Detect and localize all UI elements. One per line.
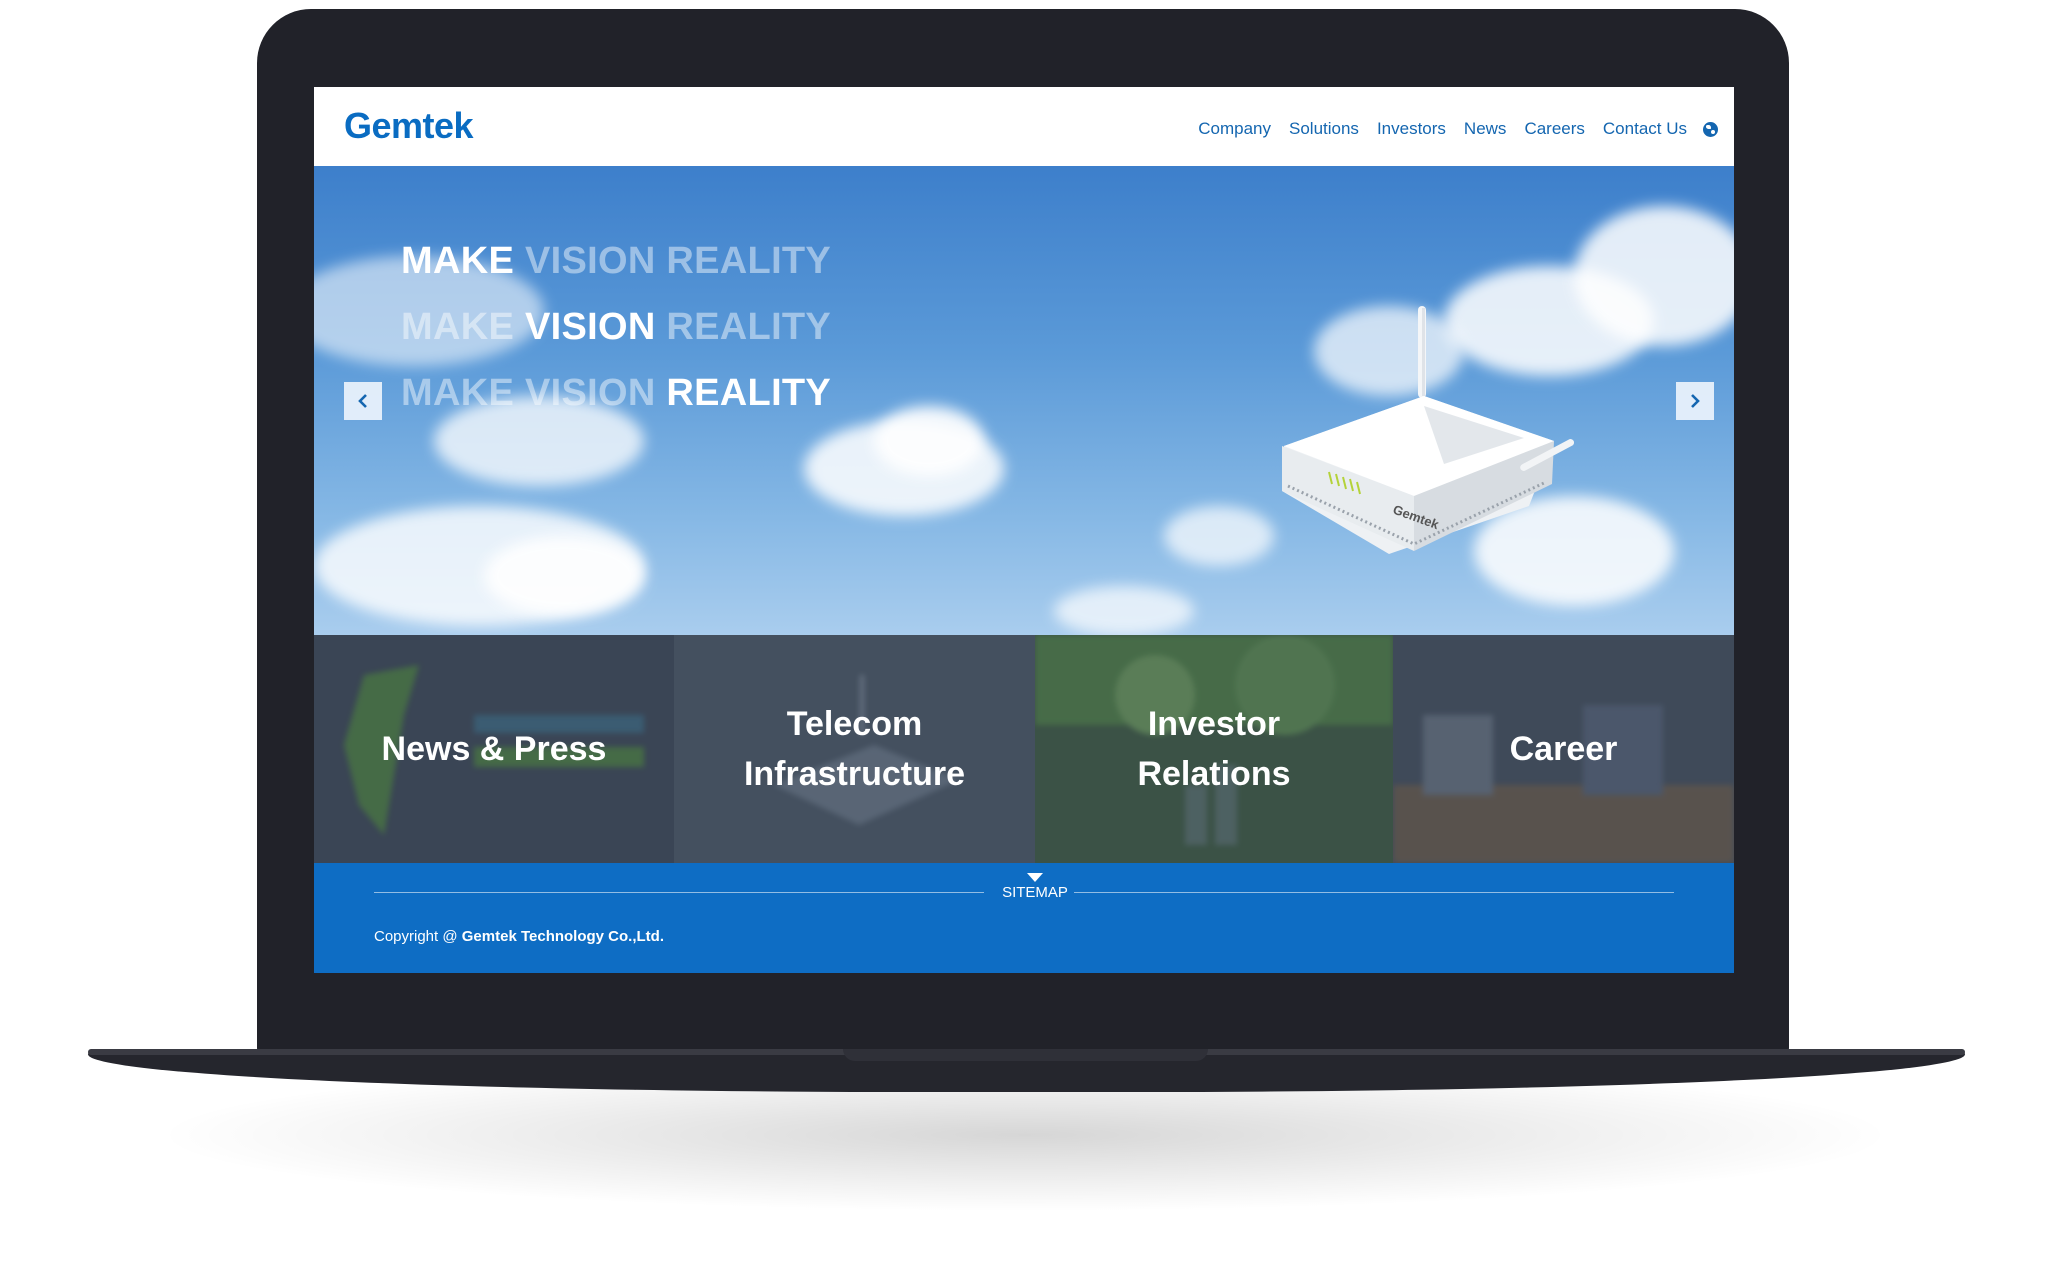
nav-news[interactable]: News [1464, 119, 1507, 139]
tile-news-label: News & Press [381, 730, 607, 768]
nav-careers[interactable]: Careers [1524, 119, 1584, 139]
chevron-left-icon [358, 394, 367, 408]
chevron-right-icon [1691, 394, 1700, 408]
slogan-word: MAKE [401, 240, 515, 282]
slogan-line: MAKE VISION REALITY [401, 360, 831, 426]
tile-career[interactable]: Career [1393, 635, 1734, 863]
slogan-word: VISION [524, 372, 656, 414]
tile-investor-relations[interactable]: Investor Relations [1035, 635, 1393, 863]
tile-news-press[interactable]: News & Press [314, 635, 674, 863]
hero-banner: MAKE VISION REALITY MAKE VISION REALITY … [314, 166, 1734, 635]
website-screen: Gemtek Company Solutions Investors News … [314, 87, 1734, 973]
slogan-line: MAKE VISION REALITY [401, 294, 831, 360]
nav-contact-us[interactable]: Contact Us [1603, 119, 1687, 139]
hero-slogan: MAKE VISION REALITY MAKE VISION REALITY … [401, 228, 831, 426]
slogan-word: VISION [524, 240, 656, 282]
sitemap-toggle[interactable]: SITEMAP [994, 884, 1076, 901]
slogan-word: REALITY [666, 306, 832, 348]
cloud-decoration [1164, 506, 1274, 566]
footer-divider [374, 892, 984, 893]
tile-investor-line1: Investor [1147, 705, 1281, 743]
tile-investor-label: Investor Relations [1137, 699, 1290, 799]
tile-telecom-line1: Telecom [786, 705, 923, 743]
globe-icon[interactable] [1703, 121, 1718, 137]
main-nav: Company Solutions Investors News Careers… [1180, 119, 1718, 139]
category-tiles: News & Press Telecom Infrastructure Inve… [314, 635, 1734, 863]
copyright-prefix: Copyright @ [374, 928, 462, 945]
copyright-text: Copyright @ Gemtek Technology Co.,Ltd. [374, 928, 664, 945]
tile-career-label: Career [1509, 730, 1618, 768]
nav-investors[interactable]: Investors [1377, 119, 1446, 139]
slogan-word: REALITY [666, 240, 832, 282]
cloud-decoration [484, 536, 644, 616]
slogan-line: MAKE VISION REALITY [401, 228, 831, 294]
slogan-word: VISION [524, 306, 656, 348]
site-footer: SITEMAP Copyright @ Gemtek Technology Co… [314, 863, 1734, 973]
gemtek-logo[interactable]: Gemtek [344, 105, 474, 147]
tile-telecom-label: Telecom Infrastructure [744, 699, 965, 799]
nav-solutions[interactable]: Solutions [1289, 119, 1359, 139]
slider-next-button[interactable] [1676, 382, 1714, 420]
tile-investor-line2: Relations [1137, 755, 1291, 793]
cloud-decoration [1054, 586, 1194, 635]
site-header: Gemtek Company Solutions Investors News … [314, 87, 1734, 166]
tile-telecom-infrastructure[interactable]: Telecom Infrastructure [674, 635, 1035, 863]
router-product-image: Gemtek [1282, 306, 1574, 554]
laptop-notch [843, 1049, 1208, 1061]
cloud-decoration [874, 406, 984, 476]
company-name: Gemtek Technology Co.,Ltd. [461, 928, 665, 945]
slogan-word: REALITY [666, 372, 832, 414]
footer-divider [1074, 892, 1674, 893]
caret-down-icon[interactable] [1027, 873, 1043, 882]
slogan-word: MAKE [401, 306, 515, 348]
nav-company[interactable]: Company [1198, 119, 1271, 139]
tile-telecom-line2: Infrastructure [743, 755, 966, 793]
slider-prev-button[interactable] [344, 382, 382, 420]
slogan-word: MAKE [401, 372, 515, 414]
